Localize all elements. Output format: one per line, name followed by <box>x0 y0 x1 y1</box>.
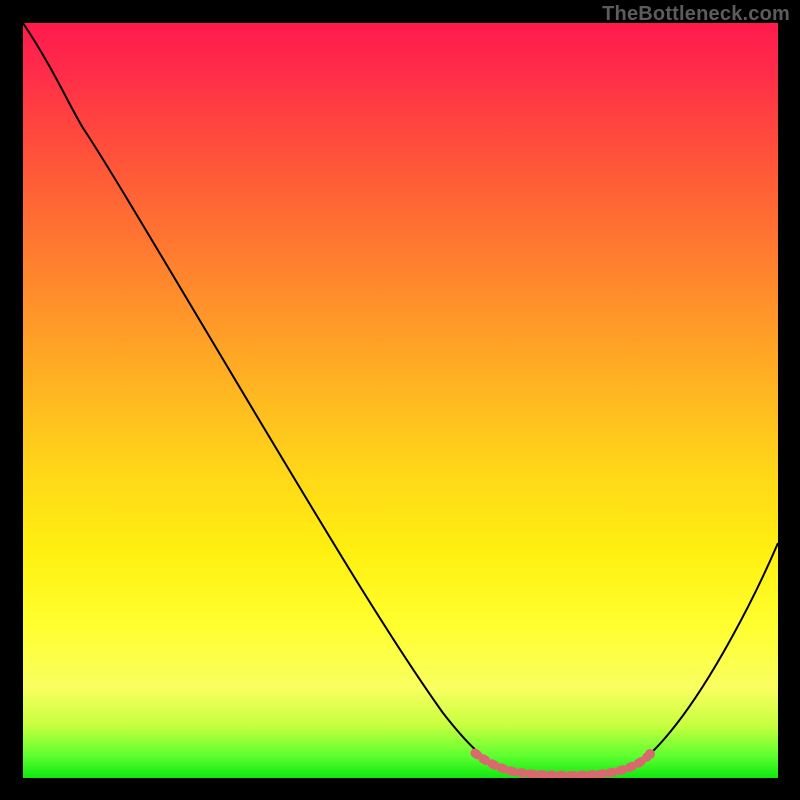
plot-area <box>23 23 778 778</box>
bottom-highlight <box>475 753 648 775</box>
curve-layer <box>23 23 778 778</box>
watermark-label: TheBottleneck.com <box>602 3 790 26</box>
main-curve <box>23 23 778 775</box>
chart-container: TheBottleneck.com <box>0 0 800 800</box>
highlight-end-dot <box>645 749 655 759</box>
